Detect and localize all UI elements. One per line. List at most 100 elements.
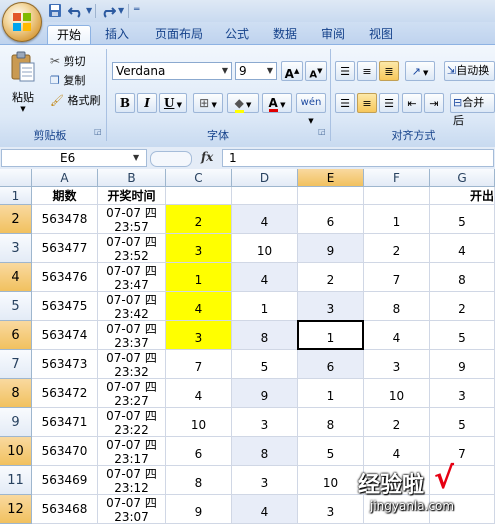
row-header-6[interactable]: 6 xyxy=(0,321,32,350)
cell-e7[interactable]: 6 xyxy=(298,350,364,379)
grow-font-button[interactable]: A▲ xyxy=(281,61,303,81)
header-cell-f[interactable] xyxy=(364,187,430,205)
cell-e10[interactable]: 5 xyxy=(298,437,364,466)
cell-b2[interactable]: 07-07 四 23:57 xyxy=(98,205,166,234)
row-header-7[interactable]: 7 xyxy=(0,350,32,379)
office-button[interactable] xyxy=(2,2,42,42)
tab-data[interactable]: 数据 xyxy=(268,25,302,43)
cell-b4[interactable]: 07-07 四 23:47 xyxy=(98,263,166,292)
cell-c12[interactable]: 9 xyxy=(166,495,232,524)
cell-e4[interactable]: 2 xyxy=(298,263,364,292)
cell-a11[interactable]: 563469 xyxy=(32,466,98,495)
row-header-3[interactable]: 3 xyxy=(0,234,32,263)
header-cell-b[interactable]: 开奖时间 xyxy=(98,187,166,205)
undo-dropdown-icon[interactable]: ▼ xyxy=(86,3,92,18)
cell-f8[interactable]: 10 xyxy=(364,379,430,408)
name-box[interactable]: E6 ▼ xyxy=(1,149,147,167)
font-color-button[interactable]: A ▼ xyxy=(262,93,292,113)
cell-c9[interactable]: 10 xyxy=(166,408,232,437)
cell-c5[interactable]: 4 xyxy=(166,292,232,321)
cell-f7[interactable]: 3 xyxy=(364,350,430,379)
cell-b3[interactable]: 07-07 四 23:52 xyxy=(98,234,166,263)
bold-button[interactable]: B xyxy=(115,93,135,113)
cell-f5[interactable]: 8 xyxy=(364,292,430,321)
column-header-a[interactable]: A xyxy=(32,169,98,187)
cell-b7[interactable]: 07-07 四 23:32 xyxy=(98,350,166,379)
cell-f4[interactable]: 7 xyxy=(364,263,430,292)
cell-c7[interactable]: 7 xyxy=(166,350,232,379)
phonetic-guide-button[interactable]: wén ▼ xyxy=(296,93,326,125)
cell-f6[interactable]: 4 xyxy=(364,321,430,350)
font-size-select[interactable]: 9 ▼ xyxy=(235,62,277,80)
column-header-d[interactable]: D xyxy=(232,169,298,187)
orientation-button[interactable]: ↗ ▼ xyxy=(405,61,435,81)
cut-button[interactable]: ✂ 剪切 xyxy=(50,53,86,69)
tab-formulas[interactable]: 公式 xyxy=(220,25,254,43)
column-header-e[interactable]: E xyxy=(298,169,364,187)
cell-b5[interactable]: 07-07 四 23:42 xyxy=(98,292,166,321)
save-icon[interactable] xyxy=(48,3,62,18)
cell-c11[interactable]: 8 xyxy=(166,466,232,495)
formula-bar-splitter[interactable] xyxy=(150,151,192,167)
cell-f2[interactable]: 1 xyxy=(364,205,430,234)
decrease-indent-button[interactable]: ⇤ xyxy=(402,93,422,113)
tab-view[interactable]: 视图 xyxy=(364,25,398,43)
cell-d8[interactable]: 9 xyxy=(232,379,298,408)
column-header-b[interactable]: B xyxy=(98,169,166,187)
column-header-g[interactable]: G xyxy=(430,169,495,187)
align-left-button[interactable]: ☰ xyxy=(335,93,355,113)
font-dialog-launcher-icon[interactable]: ◲ xyxy=(318,127,326,136)
customize-toolbar-icon[interactable]: ═ xyxy=(134,3,139,18)
merge-center-button[interactable]: ⊟合并后 xyxy=(450,93,495,127)
cell-c8[interactable]: 4 xyxy=(166,379,232,408)
header-cell-e[interactable] xyxy=(298,187,364,205)
row-header-10[interactable]: 10 xyxy=(0,437,32,466)
redo-icon[interactable] xyxy=(100,3,116,18)
cell-b11[interactable]: 07-07 四 23:12 xyxy=(98,466,166,495)
cell-a3[interactable]: 563477 xyxy=(32,234,98,263)
cell-a2[interactable]: 563478 xyxy=(32,205,98,234)
row-header-11[interactable]: 11 xyxy=(0,466,32,495)
font-name-select[interactable]: Verdana ▼ xyxy=(112,62,232,80)
cell-g3[interactable]: 4 xyxy=(430,234,495,263)
italic-button[interactable]: I xyxy=(137,93,157,113)
cell-a8[interactable]: 563472 xyxy=(32,379,98,408)
row-header-9[interactable]: 9 xyxy=(0,408,32,437)
tab-page-layout[interactable]: 页面布局 xyxy=(148,25,210,43)
borders-button[interactable]: ⊞ ▼ xyxy=(193,93,223,113)
cell-g2[interactable]: 5 xyxy=(430,205,495,234)
clipboard-dialog-launcher-icon[interactable]: ◲ xyxy=(94,127,102,136)
cell-d10[interactable]: 8 xyxy=(232,437,298,466)
row-header-8[interactable]: 8 xyxy=(0,379,32,408)
cell-f9[interactable]: 2 xyxy=(364,408,430,437)
align-middle-button[interactable]: ≡ xyxy=(357,61,377,81)
cell-a12[interactable]: 563468 xyxy=(32,495,98,524)
cell-a5[interactable]: 563475 xyxy=(32,292,98,321)
row-header-4[interactable]: 4 xyxy=(0,263,32,292)
cell-d11[interactable]: 3 xyxy=(232,466,298,495)
cell-c10[interactable]: 6 xyxy=(166,437,232,466)
redo-dropdown-icon[interactable]: ▼ xyxy=(118,3,124,18)
cell-c4[interactable]: 1 xyxy=(166,263,232,292)
cell-b9[interactable]: 07-07 四 23:22 xyxy=(98,408,166,437)
cell-d5[interactable]: 1 xyxy=(232,292,298,321)
cell-d2[interactable]: 4 xyxy=(232,205,298,234)
cell-f3[interactable]: 2 xyxy=(364,234,430,263)
cell-f10[interactable]: 4 xyxy=(364,437,430,466)
cell-g5[interactable]: 2 xyxy=(430,292,495,321)
tab-review[interactable]: 审阅 xyxy=(316,25,350,43)
cell-d4[interactable]: 4 xyxy=(232,263,298,292)
row-header-1[interactable]: 1 xyxy=(0,187,32,205)
cell-b8[interactable]: 07-07 四 23:27 xyxy=(98,379,166,408)
header-cell-c[interactable] xyxy=(166,187,232,205)
cell-e5[interactable]: 3 xyxy=(298,292,364,321)
align-top-button[interactable]: ☰ xyxy=(335,61,355,81)
row-header-2[interactable]: 2 xyxy=(0,205,32,234)
format-painter-button[interactable]: 🖌 格式刷 xyxy=(50,93,100,109)
cell-c6[interactable]: 3 xyxy=(166,321,232,350)
increase-indent-button[interactable]: ⇥ xyxy=(424,93,444,113)
shrink-font-button[interactable]: A▼ xyxy=(305,61,327,81)
cell-b6[interactable]: 07-07 四 23:37 xyxy=(98,321,166,350)
cell-g8[interactable]: 3 xyxy=(430,379,495,408)
cell-g6[interactable]: 5 xyxy=(430,321,495,350)
